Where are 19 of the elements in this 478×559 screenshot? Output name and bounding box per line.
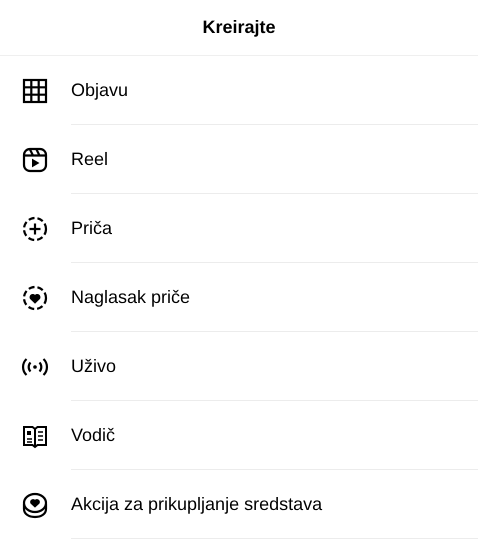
menu-item-label: Reel <box>71 148 108 170</box>
grid-icon <box>21 76 49 104</box>
menu-item-label: Priča <box>71 218 112 238</box>
menu-item[interactable]: Vodič <box>0 401 478 470</box>
sheet-title: Kreirajte <box>202 17 276 38</box>
film-clapper-icon <box>21 146 49 174</box>
menu-item-label: Vodič <box>71 424 116 446</box>
menu-item-label: Objavu <box>71 80 128 100</box>
menu-item[interactable]: Uživo <box>0 332 478 401</box>
menu-item[interactable]: Reel <box>0 125 478 194</box>
menu-item[interactable]: Objavu <box>0 56 478 125</box>
dashed-circle-plus-icon <box>21 214 49 242</box>
menu-item[interactable]: Priča <box>0 194 478 263</box>
menu-item-label: Naglasak priče <box>71 286 190 308</box>
menu-item[interactable]: Akcija za prikupljanje sredstava <box>0 470 478 539</box>
heart-coin-icon <box>21 490 49 518</box>
menu-item-label: Uživo <box>71 356 116 376</box>
menu-item[interactable]: Naglasak priče <box>0 263 478 332</box>
menu-item-label: Akcija za prikupljanje sredstava <box>71 494 322 514</box>
